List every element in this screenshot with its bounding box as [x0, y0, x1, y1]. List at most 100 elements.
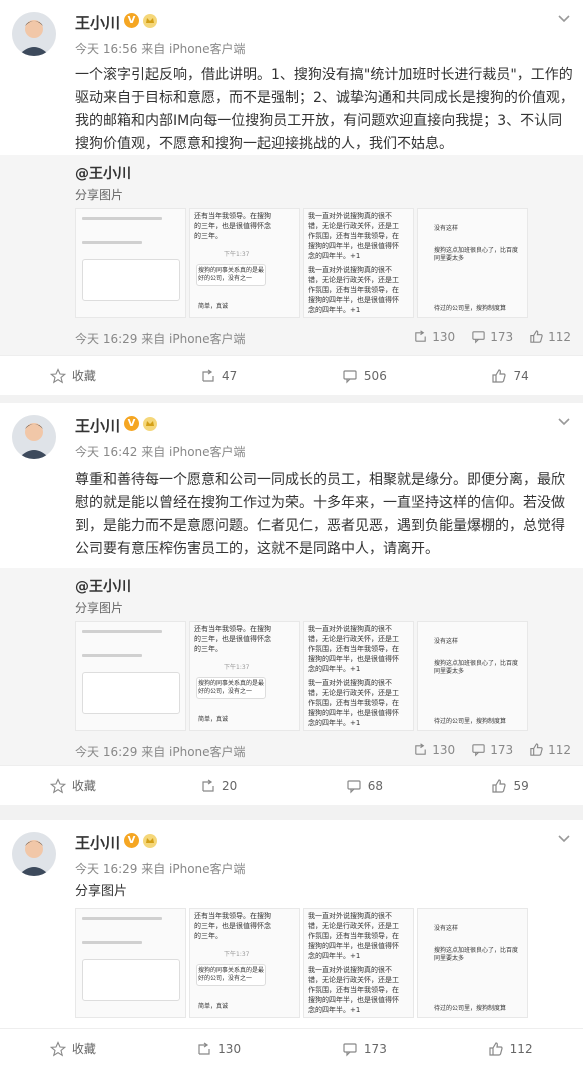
chat-time: 下午1:37 [224, 251, 250, 258]
like-button[interactable]: 112 [437, 1029, 583, 1068]
comment-icon [343, 369, 357, 383]
thumb-2[interactable]: 还有当年我领导。在搜狗的三年，也是很值得怀念的三年。 下午1:37 搜狗的同事关… [189, 908, 300, 1018]
chat-text: 待过的公司里，搜狗制度算 [434, 305, 507, 312]
image-grid[interactable]: 还有当年我领导。在搜狗的三年，也是很值得怀念的三年。 下午1:37 搜狗的同事关… [75, 621, 575, 731]
verified-icon: V [124, 833, 139, 848]
thumb-3[interactable]: 我一直对外说搜狗真的很不错，无论是行政关怀，还是工作氛围，还有当年我领导，在搜狗… [303, 621, 414, 731]
favorite-button[interactable]: 收藏 [0, 356, 146, 395]
thumb-4[interactable]: 没有这样 搜狗这点加班很良心了，比百度同里要太多 待过的公司里，搜狗制度算 [417, 908, 528, 1018]
forward-button[interactable]: 130 [146, 1029, 292, 1068]
comment-button[interactable]: 173 [292, 1029, 438, 1068]
post-text: 一个滚字引起反响，借此讲明。1、搜狗没有搞"统计加班时长进行裁员"，工作的驱动来… [75, 67, 574, 152]
crown-icon [143, 417, 157, 431]
post-text: 尊重和善待每一个愿意和公司一同成长的员工，相聚就是缘分。即便分离，最欣慰的就是能… [75, 472, 565, 557]
like-icon [489, 1041, 503, 1056]
repost-comment[interactable]: 173 [471, 742, 513, 757]
post-2: 王小川 V 今天 16:42 来自 iPhone客户端 尊重和善待每一个愿意和公… [0, 403, 583, 805]
thumb-1[interactable] [75, 621, 186, 731]
user-name[interactable]: 王小川 [75, 832, 120, 853]
thumb-3[interactable]: 我一直对外说搜狗真的很不错，无论是行政关怀，还是工作氛围，还有当年我领导，在搜狗… [303, 208, 414, 318]
chat-text: 搜狗这点加班很良心了，比百度同里要太多 [434, 660, 519, 675]
star-icon [49, 367, 66, 384]
favorite-button[interactable]: 收藏 [0, 766, 146, 805]
user-name[interactable]: 王小川 [75, 415, 120, 436]
thumb-line [82, 941, 142, 944]
thumb-3[interactable]: 我一直对外说搜狗真的很不错，无论是行政关怀，还是工作氛围，还有当年我领导，在搜狗… [303, 908, 414, 1018]
forward-icon [202, 779, 214, 792]
repost-stats: 130 173 112 [413, 742, 571, 757]
repost-comment[interactable]: 173 [471, 329, 513, 344]
comment-button[interactable]: 506 [292, 356, 438, 395]
chat-time: 下午1:37 [224, 664, 250, 671]
forward-button[interactable]: 20 [146, 766, 292, 805]
repost-forward[interactable]: 130 [413, 742, 455, 757]
chat-text: 搜狗这点加班很良心了，比百度同里要太多 [434, 247, 519, 262]
forward-button[interactable]: 47 [146, 356, 292, 395]
post-meta: 今天 16:42 来自 iPhone客户端 [75, 445, 246, 459]
thumb-4[interactable]: 没有这样 搜狗这点加班很良心了，比百度同里要太多 待过的公司里，搜狗制度算 [417, 208, 528, 318]
thumb-1[interactable] [75, 908, 186, 1018]
chat-text: 搜狗这点加班很良心了，比百度同里要太多 [434, 947, 519, 962]
chat-text: 简单，真诚 [198, 716, 229, 723]
chat-bubble [82, 672, 180, 714]
chat-text: 我一直对外说搜狗真的很不错，无论是行政关怀，还是工作氛围，还有当年我领导，在搜狗… [308, 625, 399, 673]
chat-text: 搜狗的同事关系真的是最好的公司，没有之一 [198, 967, 265, 982]
repost-card[interactable]: @王小川 分享图片 还有当年我领导。在搜狗的三年，也是很值得怀念的三年。 下午1… [0, 155, 583, 355]
comment-button[interactable]: 68 [292, 766, 438, 805]
favorite-label: 收藏 [71, 1042, 96, 1056]
action-bar: 收藏 47 506 74 [0, 355, 583, 395]
repost-like[interactable]: 112 [529, 329, 571, 344]
thumb-line [82, 241, 142, 244]
chat-text: 待过的公司里，搜狗制度算 [434, 718, 507, 725]
like-button[interactable]: 59 [437, 766, 583, 805]
avatar[interactable] [12, 12, 56, 56]
image-grid[interactable]: 还有当年我领导。在搜狗的三年，也是很值得怀念的三年。 下午1:37 搜狗的同事关… [75, 208, 575, 318]
repost-text: 分享图片 [75, 601, 124, 615]
avatar[interactable] [12, 832, 56, 876]
chat-text: 还有当年我领导。在搜狗的三年，也是很值得怀念的三年。 [194, 212, 271, 240]
repost-author[interactable]: @王小川 [75, 576, 131, 596]
chevron-down-icon[interactable] [557, 14, 571, 24]
verified-icon: V [124, 416, 139, 431]
crown-icon [143, 14, 157, 28]
comment-icon [347, 779, 361, 793]
forward-icon [202, 369, 214, 382]
chat-text: 我一直对外说搜狗真的很不错，无论是行政关怀，还是工作氛围，还有当年我领导，在搜狗… [308, 212, 399, 260]
thumb-2[interactable]: 还有当年我领导。在搜狗的三年，也是很值得怀念的三年。 下午1:37 搜狗的同事关… [189, 621, 300, 731]
avatar[interactable] [12, 415, 56, 459]
chat-text: 还有当年我领导。在搜狗的三年，也是很值得怀念的三年。 [194, 625, 271, 653]
forward-icon [415, 330, 427, 342]
post-meta: 今天 16:56 来自 iPhone客户端 [75, 42, 246, 56]
repost-text: 分享图片 [75, 188, 124, 202]
forward-count: 47 [221, 368, 238, 383]
like-count: 112 [509, 1041, 533, 1056]
favorite-label: 收藏 [71, 369, 96, 383]
chat-text: 没有这样 [434, 225, 459, 232]
like-icon [530, 330, 543, 343]
forward-icon [415, 743, 427, 755]
like-count: 59 [513, 778, 529, 793]
image-grid[interactable]: 还有当年我领导。在搜狗的三年，也是很值得怀念的三年。 下午1:37 搜狗的同事关… [75, 908, 575, 1018]
post-meta: 今天 16:29 来自 iPhone客户端 [75, 862, 246, 876]
repost-like[interactable]: 112 [529, 742, 571, 757]
chevron-down-icon[interactable] [557, 834, 571, 844]
favorite-label: 收藏 [71, 779, 96, 793]
star-icon [49, 777, 66, 794]
chevron-down-icon[interactable] [557, 417, 571, 427]
chat-text: 还有当年我领导。在搜狗的三年，也是很值得怀念的三年。 [194, 912, 271, 940]
thumb-4[interactable]: 没有这样 搜狗这点加班很良心了，比百度同里要太多 待过的公司里，搜狗制度算 [417, 621, 528, 731]
like-icon [530, 743, 543, 756]
action-bar: 收藏 20 68 59 [0, 765, 583, 805]
favorite-button[interactable]: 收藏 [0, 1029, 146, 1068]
repost-forward[interactable]: 130 [413, 329, 455, 344]
thumb-1[interactable] [75, 208, 186, 318]
repost-author[interactable]: @王小川 [75, 163, 131, 183]
comment-count: 173 [363, 1041, 387, 1056]
repost-card[interactable]: @王小川 分享图片 还有当年我领导。在搜狗的三年，也是很值得怀念的三年。 下午1… [0, 568, 583, 768]
user-name[interactable]: 王小川 [75, 12, 120, 33]
repost-meta: 今天 16:29 来自 iPhone客户端 [75, 745, 246, 759]
thumb-2[interactable]: 还有当年我领导。在搜狗的三年，也是很值得怀念的三年。 下午1:37 搜狗的同事关… [189, 208, 300, 318]
comment-icon [343, 1042, 357, 1056]
chat-text: 待过的公司里，搜狗制度算 [434, 1005, 507, 1012]
like-button[interactable]: 74 [437, 356, 583, 395]
